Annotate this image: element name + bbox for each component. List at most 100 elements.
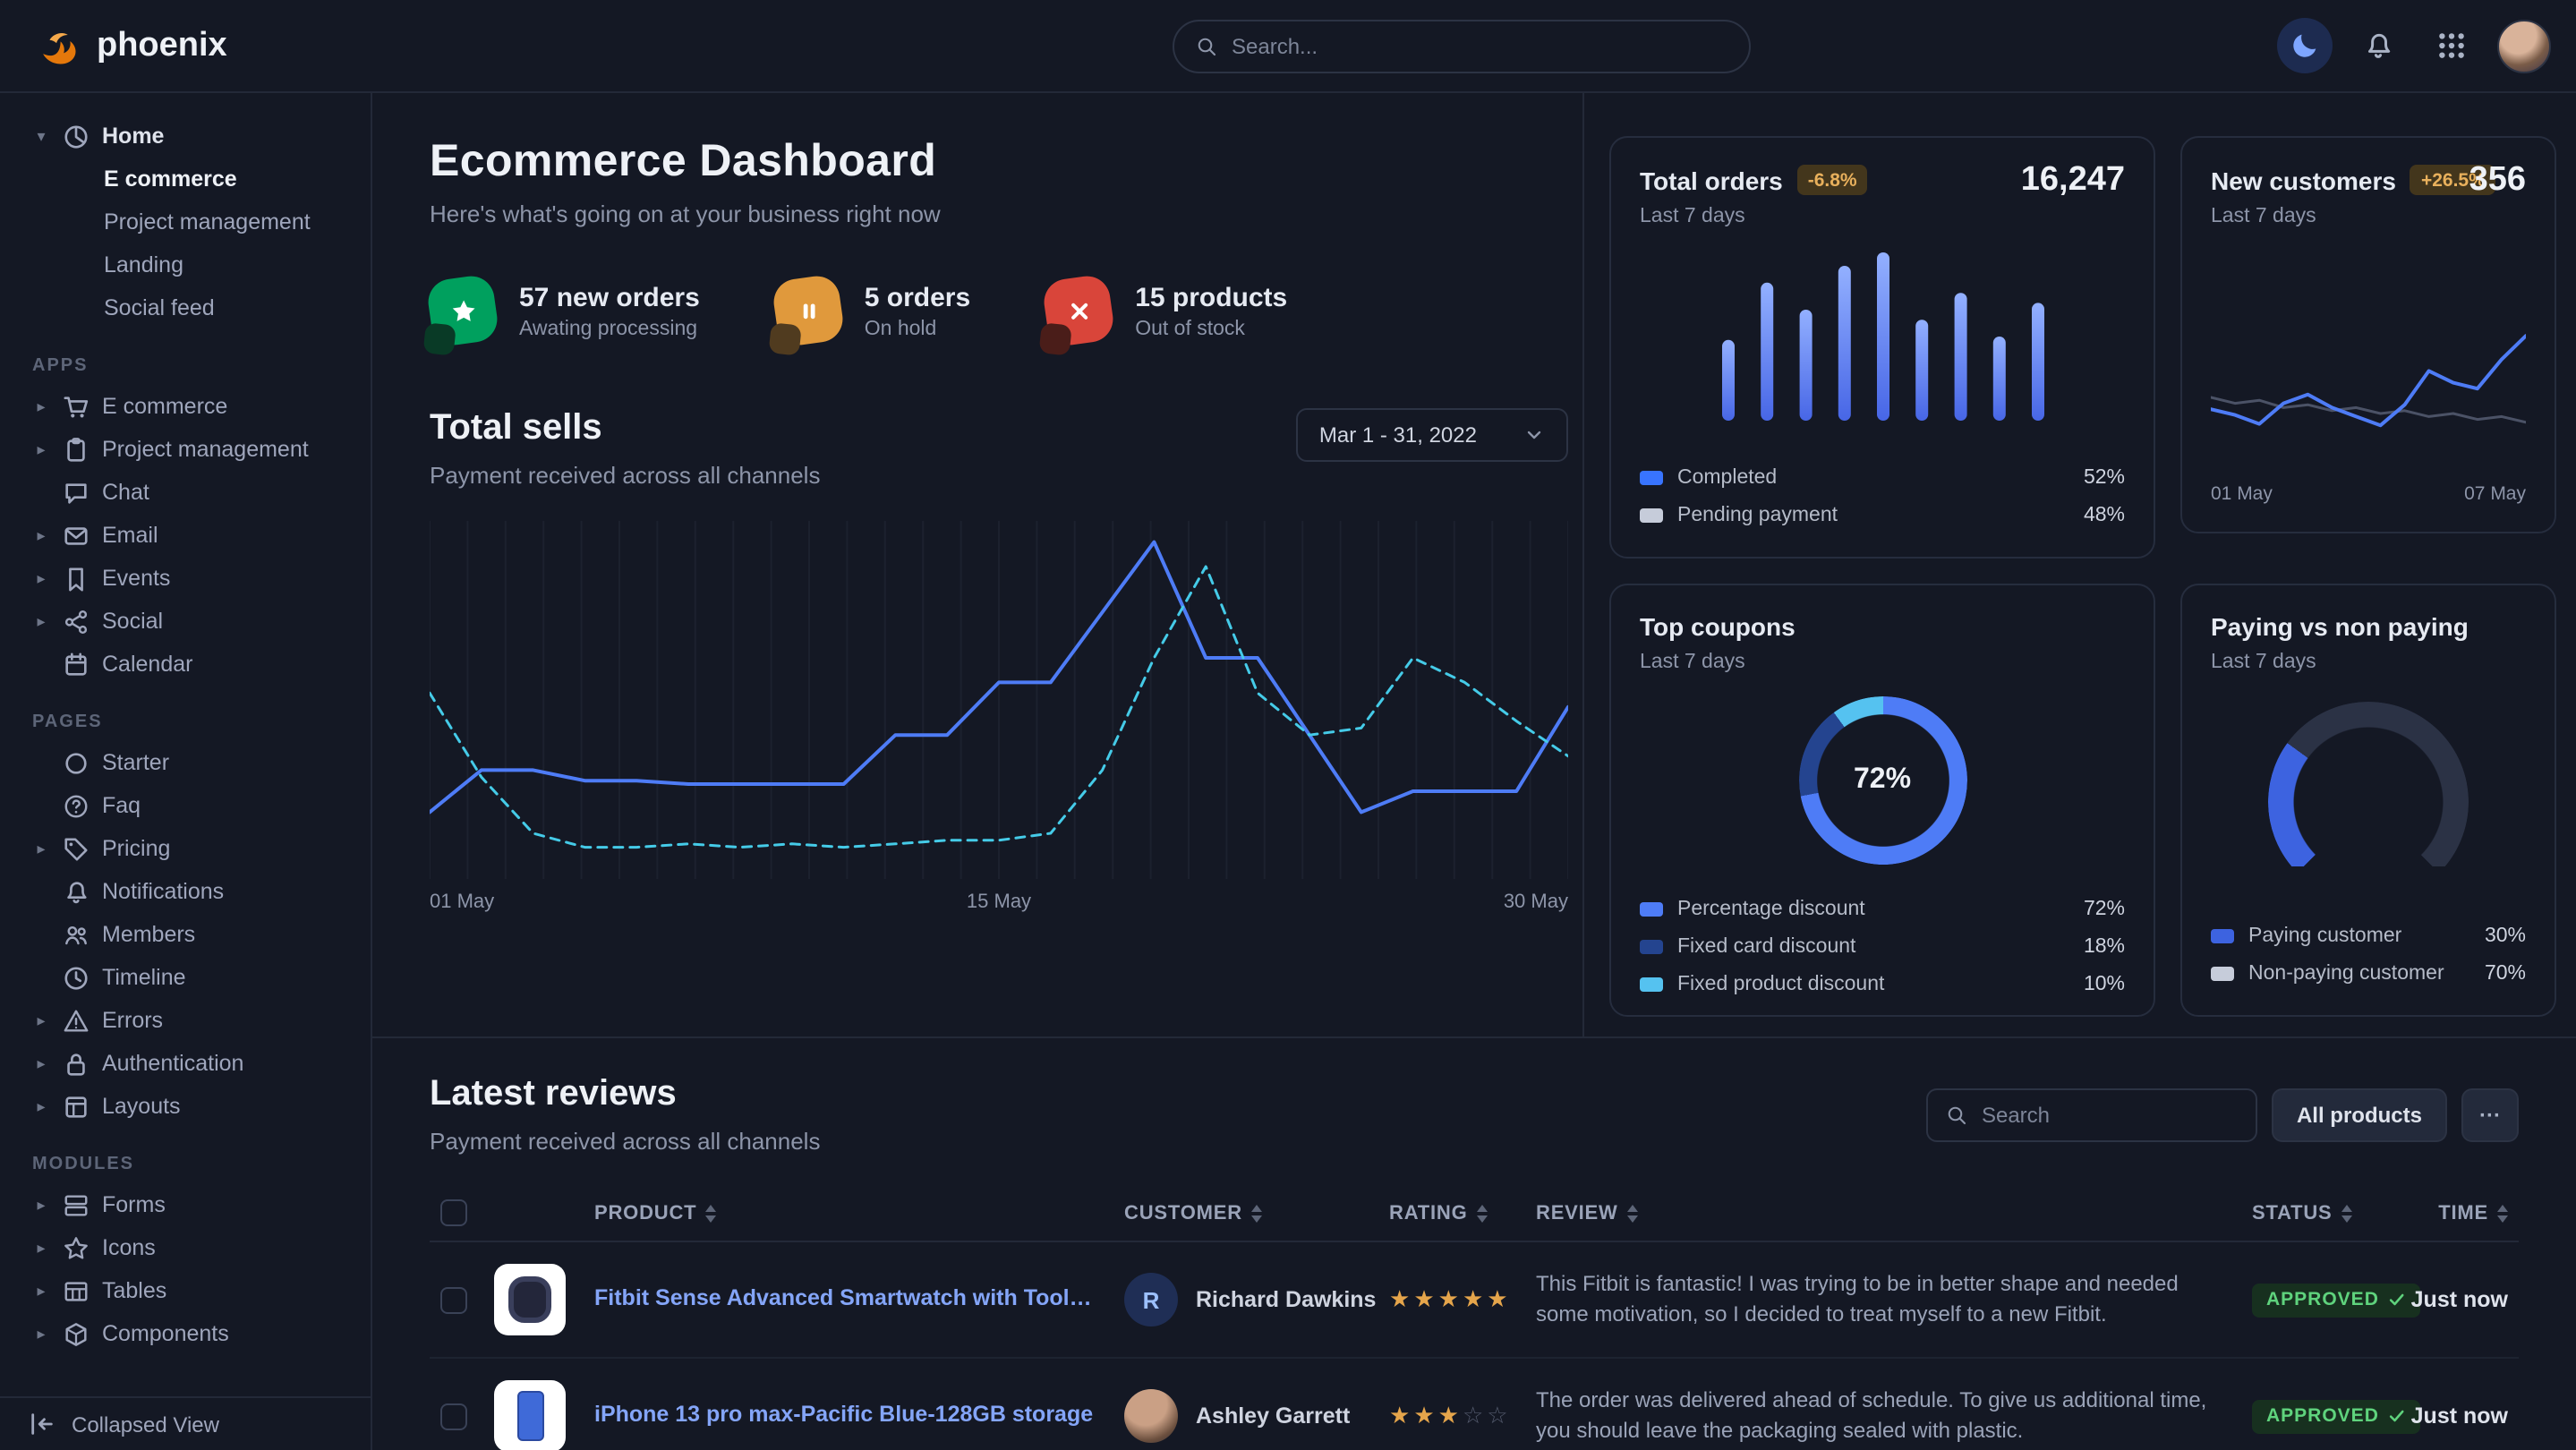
product-link[interactable]: iPhone 13 pro max-Pacific Blue-128GB sto… bbox=[594, 1401, 1093, 1426]
sidebar-item-errors[interactable]: ▸Errors bbox=[21, 999, 356, 1042]
bmk-icon bbox=[63, 565, 90, 592]
paying-gauge-chart bbox=[2268, 702, 2469, 866]
sidebar-item-email[interactable]: ▸Email bbox=[21, 514, 356, 557]
legend-label: Completed bbox=[1677, 467, 1777, 489]
date-range-select[interactable]: Mar 1 - 31, 2022 bbox=[1296, 408, 1568, 462]
legend-swatch bbox=[2211, 967, 2234, 981]
sidebar-item-forms[interactable]: ▸Forms bbox=[21, 1183, 356, 1226]
new-customers-value: 356 bbox=[2469, 161, 2526, 200]
box-icon bbox=[63, 1320, 90, 1347]
xmark-icon bbox=[1064, 296, 1093, 325]
sidebar-item-notifications[interactable]: Notifications bbox=[21, 870, 356, 913]
status-badge: APPROVED bbox=[2252, 1283, 2420, 1317]
total-orders-period: Last 7 days bbox=[1640, 206, 2125, 227]
bell-icon bbox=[63, 878, 90, 905]
column-header-rating[interactable]: RATING bbox=[1378, 1183, 1525, 1241]
x-tick: 07 May bbox=[2464, 483, 2526, 505]
column-header-product[interactable]: PRODUCT bbox=[584, 1183, 1113, 1241]
global-search-input[interactable] bbox=[1232, 34, 1727, 59]
sidebar-item-landing[interactable]: Landing bbox=[21, 243, 356, 286]
sidebar-item-members[interactable]: Members bbox=[21, 913, 356, 956]
help-icon bbox=[63, 792, 90, 819]
layout-icon bbox=[63, 1093, 90, 1120]
total-orders-value: 16,247 bbox=[2021, 161, 2125, 200]
reviews-table-body: Fitbit Sense Advanced Smartwatch with To… bbox=[430, 1241, 2519, 1450]
sidebar-item-tables[interactable]: ▸Tables bbox=[21, 1269, 356, 1312]
stat-caption: Awating processing bbox=[519, 318, 700, 339]
product-thumbnail bbox=[494, 1380, 566, 1450]
total-orders-change-badge: -6.8% bbox=[1797, 165, 1868, 195]
sidebar-section-pages: PAGES bbox=[32, 712, 345, 732]
stat-5-orders: 5 ordersOn hold bbox=[775, 277, 970, 344]
column-header-customer[interactable]: CUSTOMER bbox=[1113, 1183, 1378, 1241]
row-checkbox[interactable] bbox=[440, 1403, 467, 1429]
product-link[interactable]: Fitbit Sense Advanced Smartwatch with To… bbox=[594, 1284, 1103, 1309]
sidebar-item-e-commerce[interactable]: ▸E commerce bbox=[21, 385, 356, 428]
sidebar-item-faq[interactable]: Faq bbox=[21, 784, 356, 827]
sidebar: ▾HomeE commerceProject managementLanding… bbox=[0, 93, 372, 1450]
legend-label: Fixed card discount bbox=[1677, 936, 1855, 958]
row-checkbox[interactable] bbox=[440, 1286, 467, 1313]
legend-swatch bbox=[1640, 902, 1663, 917]
new-customers-title: New customers bbox=[2211, 166, 2396, 194]
select-all-checkbox[interactable] bbox=[440, 1199, 467, 1226]
theme-toggle-button[interactable] bbox=[2277, 18, 2333, 73]
sidebar-item-layouts[interactable]: ▸Layouts bbox=[21, 1085, 356, 1128]
column-header-status[interactable]: STATUS bbox=[2241, 1183, 2393, 1241]
product-thumbnail bbox=[494, 1264, 566, 1335]
stat-caption: Out of stock bbox=[1135, 318, 1287, 339]
column-header-time[interactable]: TIME bbox=[2393, 1183, 2519, 1241]
sidebar-item-social-feed[interactable]: Social feed bbox=[21, 286, 356, 329]
apps-menu-button[interactable] bbox=[2424, 18, 2479, 73]
new-customers-x-axis: 01 May 07 May bbox=[2211, 483, 2526, 505]
legend-swatch bbox=[1640, 508, 1663, 523]
sidebar-item-project-management[interactable]: Project management bbox=[21, 200, 356, 243]
page-subtitle: Here's what's going on at your business … bbox=[430, 200, 1568, 227]
legend-item-fixed-card-discount: Fixed card discount18% bbox=[1640, 936, 2125, 958]
sidebar-item-authentication[interactable]: ▸Authentication bbox=[21, 1042, 356, 1085]
column-header-review[interactable]: REVIEW bbox=[1525, 1183, 2241, 1241]
notifications-button[interactable] bbox=[2350, 18, 2406, 73]
tag-icon bbox=[63, 835, 90, 862]
global-search[interactable] bbox=[1173, 20, 1751, 73]
reviews-subtitle: Payment received across all channels bbox=[430, 1128, 820, 1155]
sidebar-item-chat[interactable]: Chat bbox=[21, 471, 356, 514]
collapsed-view-toggle[interactable]: Collapsed View bbox=[0, 1396, 371, 1450]
stat-15-products: 15 products Out of stock bbox=[1045, 277, 1287, 344]
circle-icon bbox=[63, 749, 90, 776]
sidebar-item-social[interactable]: ▸Social bbox=[21, 600, 356, 643]
reviews-search-input[interactable] bbox=[1982, 1103, 2238, 1128]
sidebar-item-e-commerce[interactable]: E commerce bbox=[21, 158, 356, 200]
more-actions-button[interactable]: ··· bbox=[2461, 1088, 2519, 1142]
stat-caption: On hold bbox=[865, 318, 970, 339]
navbar-actions bbox=[2277, 18, 2551, 73]
sidebar-item-events[interactable]: ▸Events bbox=[21, 557, 356, 600]
customer-name: Richard Dawkins bbox=[1196, 1287, 1376, 1312]
x-tick: 01 May bbox=[430, 891, 494, 913]
all-products-button[interactable]: All products bbox=[2272, 1088, 2447, 1142]
thumb-header bbox=[483, 1183, 584, 1241]
x-tick: 01 May bbox=[2211, 483, 2273, 505]
sidebar-item-project-management[interactable]: ▸Project management bbox=[21, 428, 356, 471]
new-customers-card: New customers +26.5% 356 Last 7 days 01 … bbox=[2180, 136, 2556, 533]
brand-logo[interactable]: phoenix bbox=[36, 22, 227, 69]
reviews-search[interactable] bbox=[1926, 1088, 2257, 1142]
total-orders-card: Total orders -6.8% 16,247 Last 7 days bbox=[1609, 136, 2155, 559]
app-window: phoenix ▾HomeE commerceProject managemen… bbox=[0, 0, 2576, 1450]
total-sells-title: Total sells bbox=[430, 408, 820, 449]
clip-icon bbox=[63, 436, 90, 463]
review-text: The order was delivered ahead of schedul… bbox=[1536, 1385, 2231, 1447]
sidebar-item-starter[interactable]: Starter bbox=[21, 741, 356, 784]
sidebar-item-components[interactable]: ▸Components bbox=[21, 1312, 356, 1355]
sidebar-item-pricing[interactable]: ▸Pricing bbox=[21, 827, 356, 870]
bell-icon bbox=[2363, 30, 2393, 61]
sidebar-item-timeline[interactable]: Timeline bbox=[21, 956, 356, 999]
sidebar-item-icons[interactable]: ▸Icons bbox=[21, 1226, 356, 1269]
paying-vs-nonpaying-card: Paying vs non paying Last 7 days Paying … bbox=[2180, 584, 2556, 1017]
user-avatar[interactable] bbox=[2497, 19, 2551, 72]
page-title: Ecommerce Dashboard bbox=[430, 136, 1568, 188]
stat-value: 15 products bbox=[1135, 282, 1287, 312]
star-f-icon bbox=[448, 296, 477, 325]
sidebar-item-calendar[interactable]: Calendar bbox=[21, 643, 356, 686]
sidebar-item-home[interactable]: ▾Home bbox=[21, 115, 356, 158]
